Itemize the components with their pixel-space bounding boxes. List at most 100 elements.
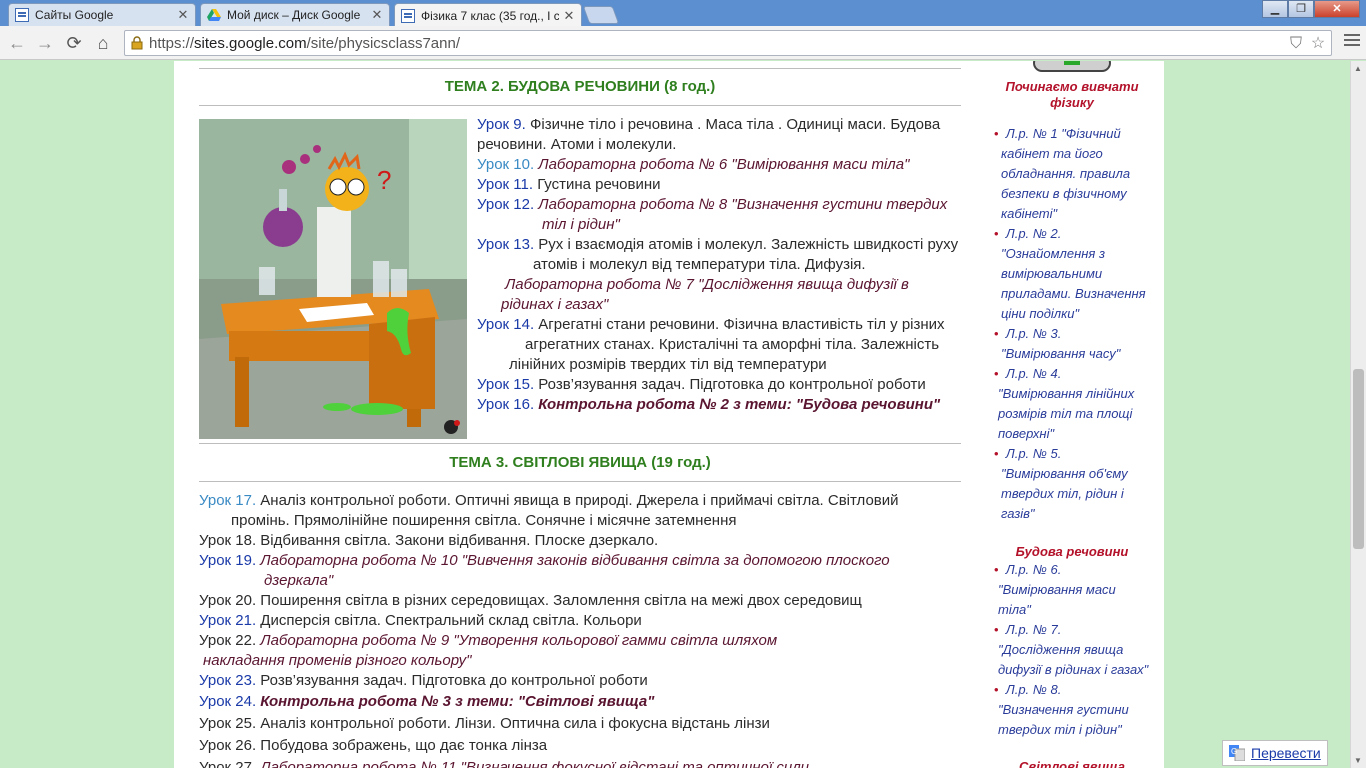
scroll-up-icon[interactable]: ▲ (1354, 64, 1362, 73)
lesson-number[interactable]: Урок 21. (199, 612, 256, 629)
sidebar-item-line: Л.р. № 5. (1005, 446, 1062, 461)
sidebar-item-lab-1[interactable]: • Л.р. № 1 "Фізичний кабінет та його обл… (994, 124, 1164, 224)
lesson-18: Урок 18. Відбивання світла. Закони відби… (199, 531, 658, 551)
sidebar-item-line: "Вимірювання маси (998, 582, 1116, 597)
tab-close-icon[interactable]: ✕ (177, 7, 189, 23)
lesson-number[interactable]: Урок 11. (477, 176, 533, 193)
lesson-10: Урок 10. Лабораторна робота № 6 "Вимірюв… (477, 155, 909, 175)
sites-favicon-icon (401, 8, 415, 23)
lesson-text: Контрольна робота № 3 з теми: "Світлові … (260, 693, 655, 710)
tab-close-icon[interactable]: ✕ (563, 8, 575, 24)
lesson-text: дзеркала" (264, 572, 334, 589)
lesson-16: Урок 16. Контрольна робота № 2 з теми: "… (477, 395, 940, 415)
lesson-number[interactable]: Урок 19. (199, 552, 256, 569)
scroll-down-icon[interactable]: ▼ (1354, 756, 1362, 765)
lesson-17: Урок 17. Аналіз контрольної роботи. Опти… (199, 491, 961, 531)
sidebar-item-lab-6[interactable]: • Л.р. № 6. "Вимірювання маси тіла" (994, 560, 1164, 620)
lesson-15: Урок 15. Розв’язування задач. Підготовка… (477, 375, 926, 395)
lesson-13: Урок 13. Рух і взаємодія атомів і молеку… (477, 235, 967, 315)
topic3-heading: ТЕМА 3. СВІТЛОВІ ЯВИЩА (19 год.) (449, 454, 711, 471)
forward-arrow-icon[interactable]: → (34, 32, 56, 54)
sidebar-item-line: твердих тіл, рідин і (1001, 486, 1124, 501)
sidebar-item-lab-2[interactable]: • Л.р. № 2. "Ознайомлення з вимірювальни… (994, 224, 1164, 324)
lesson-24: Урок 24. Контрольна робота № 3 з теми: "… (199, 692, 654, 712)
sidebar-item-lab-8[interactable]: • Л.р. № 8. "Визначення густини твердих … (994, 680, 1164, 740)
menu-icon[interactable] (1344, 34, 1360, 50)
tab-sites-google[interactable]: Сайты Google ✕ (8, 3, 196, 26)
url-text: https://sites.google.com/site/physicscla… (149, 35, 460, 52)
sidebar-item-line: приладами. Визначення (1001, 286, 1146, 301)
sidebar-item-line: тіла" (998, 602, 1031, 617)
address-bar[interactable]: https://sites.google.com/site/physicscla… (124, 30, 1332, 56)
url-scheme: https:// (149, 35, 195, 52)
sidebar-item-lab-4[interactable]: • Л.р. № 4. "Вимірювання лінійних розмір… (994, 364, 1164, 444)
new-tab-button[interactable] (582, 6, 620, 24)
sidebar-item-lab-3[interactable]: • Л.р. № 3. "Вимірювання часу" (994, 324, 1164, 364)
lesson-text: Аналіз контрольної роботи. Лінзи. Оптичн… (260, 715, 770, 732)
lesson-text: агрегатних станах. Кристалічні та аморфн… (525, 336, 940, 353)
close-window-button[interactable]: ✕ (1314, 0, 1360, 18)
bullet-icon: • (994, 562, 999, 577)
content-area: ТЕМА 2. БУДОВА РЕЧОВИНИ (8 год.) ? Урок … (174, 61, 1164, 768)
lesson-number[interactable]: Урок 17. (199, 492, 256, 509)
lesson-text: речовини. Атоми і молекули. (477, 136, 677, 153)
scrollbar-thumb[interactable] (1353, 369, 1364, 549)
lesson-number[interactable]: Урок 24. (199, 693, 256, 710)
lesson-number[interactable]: Урок 16. (477, 396, 534, 413)
tab-physics-7[interactable]: Фізика 7 клас (35 год., І се ✕ (394, 3, 582, 27)
maximize-button[interactable]: ❐ (1288, 0, 1314, 18)
home-icon[interactable]: ⌂ (92, 32, 114, 54)
tab-close-icon[interactable]: ✕ (371, 7, 383, 23)
vertical-scrollbar[interactable]: ▲ ▼ (1350, 61, 1366, 768)
lesson-number[interactable]: Урок 12. (477, 196, 534, 213)
lesson-19: Урок 19. Лабораторна робота № 10 "Вивчен… (199, 551, 961, 591)
lesson-number: Урок 18. (199, 532, 257, 549)
lesson-number[interactable]: Урок 23. (199, 672, 256, 689)
sidebar-item-line: Л.р. № 8. (1005, 682, 1062, 697)
sidebar-item-lab-7[interactable]: • Л.р. № 7. "Дослідження явища дифузії в… (994, 620, 1166, 680)
minimize-button[interactable]: ▁ (1262, 0, 1288, 18)
sidebar-item-lab-5[interactable]: • Л.р. № 5. "Вимірювання об'єму твердих … (994, 444, 1164, 524)
sidebar-item-line: "Дослідження явища (998, 642, 1124, 657)
lesson-number[interactable]: Урок 13. (477, 236, 534, 253)
lesson-20: Урок 20. Поширення світла в різних серед… (199, 591, 862, 611)
lesson-12: Урок 12. Лабораторна робота № 8 "Визначе… (477, 195, 967, 235)
lesson-number: Урок 25. (199, 715, 257, 732)
bullet-icon: • (994, 622, 999, 637)
sidebar-item-line: газів" (1001, 506, 1035, 521)
sidebar-item-line: вимірювальними (1001, 266, 1103, 281)
tab-google-drive[interactable]: Мой диск – Диск Google ✕ (200, 3, 390, 26)
lesson-number[interactable]: Урок 14. (477, 316, 534, 333)
lesson-number[interactable]: Урок 10. (477, 156, 534, 173)
bullet-icon: • (994, 326, 999, 341)
bullet-icon: • (994, 366, 999, 381)
sidebar-item-line: "Визначення густини (998, 702, 1129, 717)
translate-button[interactable]: G Перевести (1222, 740, 1328, 766)
svg-text:?: ? (377, 165, 391, 195)
bookmark-star-icon[interactable]: ☆ (1309, 35, 1327, 53)
lesson-text: Лабораторна робота № 11 "Визначення фоку… (260, 759, 810, 768)
drive-favicon-icon (207, 8, 221, 22)
bullet-icon: • (994, 682, 999, 697)
lesson-text: Відбивання світла. Закони відбивання. Пл… (260, 532, 659, 549)
main-column: ТЕМА 2. БУДОВА РЕЧОВИНИ (8 год.) ? Урок … (199, 61, 961, 768)
sidebar-item-line: Л.р. № 4. (1005, 366, 1062, 381)
reload-icon[interactable]: ⟳ (63, 32, 85, 54)
lesson-text: накладання променів різного кольору" (203, 652, 472, 669)
lesson-number[interactable]: Урок 9. (477, 116, 526, 133)
tab-title: Сайты Google (35, 8, 114, 22)
sidebar-item-line: обладнання. правила (1001, 166, 1131, 181)
lesson-text: Побудова зображень, що дає тонка лінза (260, 737, 548, 754)
lesson-27: Урок 27. Лабораторна робота № 11 "Визнач… (199, 758, 809, 768)
lesson-text: Густина речовини (537, 176, 661, 193)
lesson-text: Фізичне тіло і речовина . Маса тіла . Од… (529, 116, 941, 133)
shield-icon[interactable]: ⛉ (1287, 35, 1305, 53)
browser-toolbar: ← → ⟳ ⌂ https://sites.google.com/site/ph… (0, 26, 1366, 60)
google-translate-icon: G (1229, 745, 1245, 761)
sidebar-item-line: "Ознайомлення з (1001, 246, 1105, 261)
divider (199, 481, 961, 482)
lesson-number: Урок 26. (199, 737, 257, 754)
lesson-number[interactable]: Урок 15. (477, 376, 534, 393)
back-arrow-icon[interactable]: ← (6, 32, 28, 54)
sidebar-item-line: "Вимірювання часу" (1001, 346, 1121, 361)
